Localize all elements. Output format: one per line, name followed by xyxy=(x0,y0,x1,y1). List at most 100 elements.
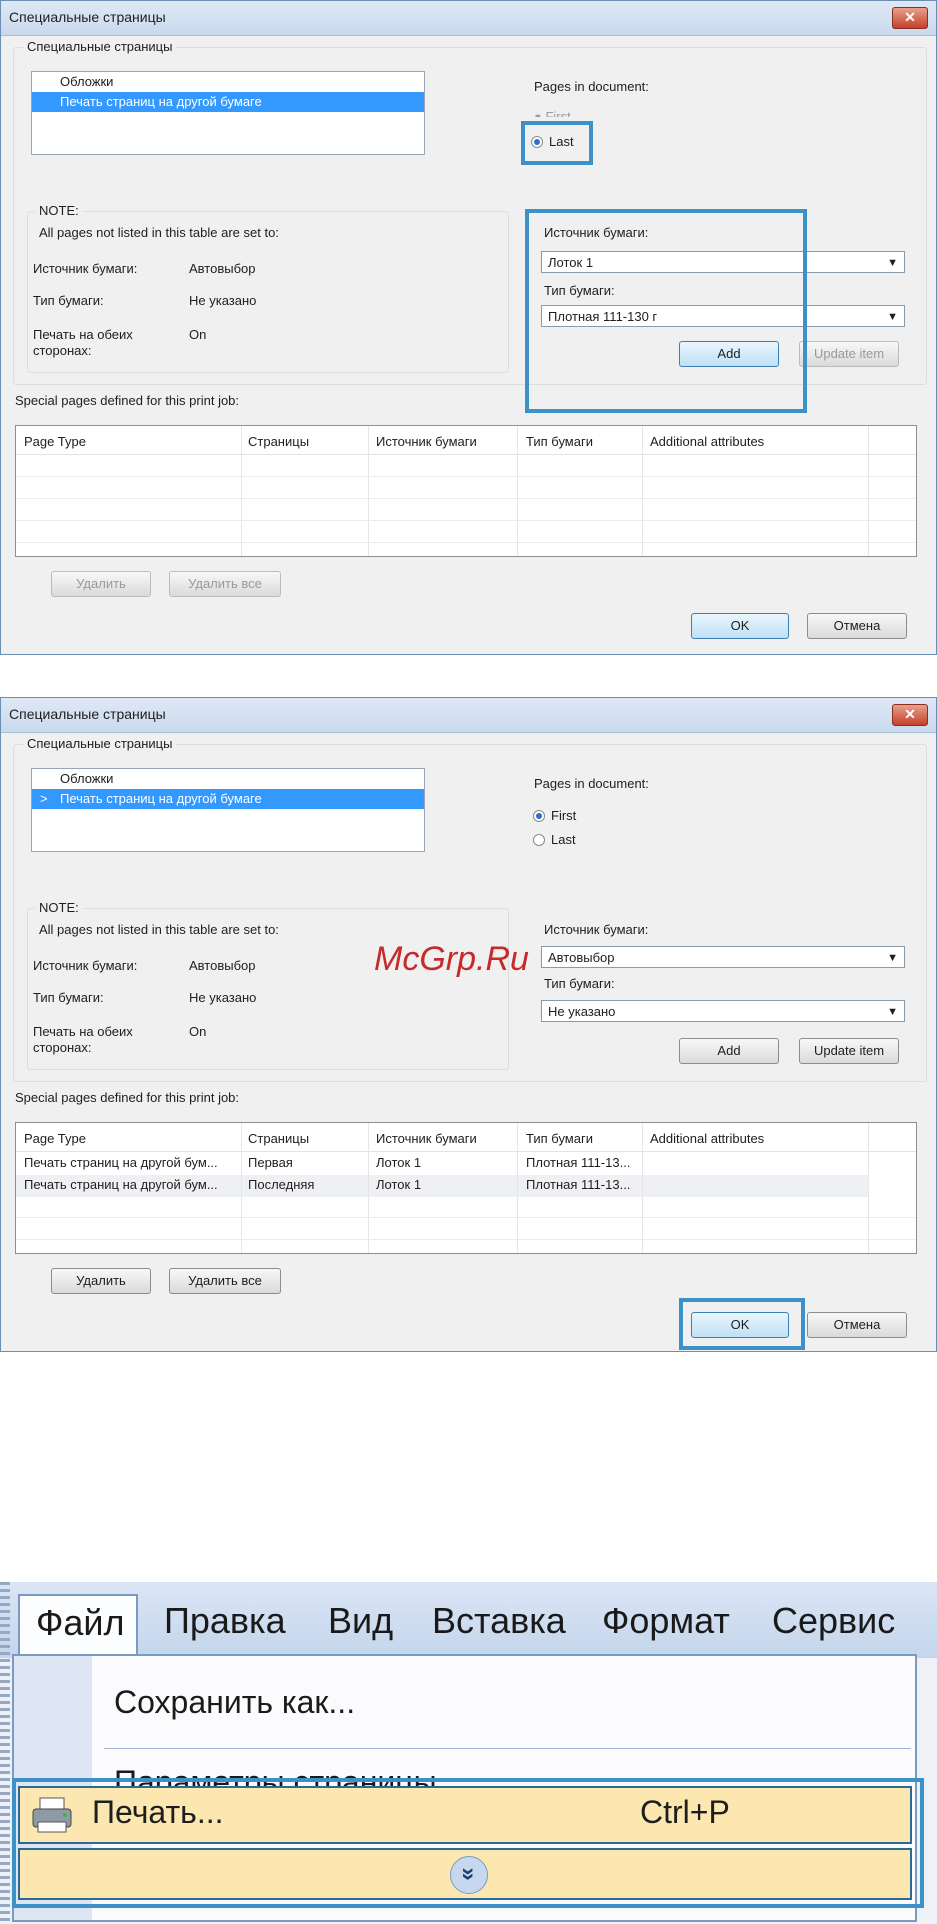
radio-dot-icon xyxy=(533,834,545,846)
table-cell: Плотная 111-13... xyxy=(526,1177,631,1192)
chevron-down-icon: ▼ xyxy=(887,257,898,269)
menu-item-save-as[interactable]: Сохранить как... xyxy=(114,1684,355,1721)
close-icon[interactable]: ✕ xyxy=(892,7,928,29)
type-label: Тип бумаги: xyxy=(33,990,104,1005)
paper-type-value: Не указано xyxy=(548,1004,616,1019)
column-divider xyxy=(241,426,242,556)
right-type-label: Тип бумаги: xyxy=(544,976,615,991)
note-text: All pages not listed in this table are s… xyxy=(39,225,279,240)
menu-tools[interactable]: Сервис xyxy=(772,1600,895,1642)
menu-view[interactable]: Вид xyxy=(328,1600,393,1642)
radio-first[interactable]: First xyxy=(533,808,576,823)
group-title: Специальные страницы xyxy=(23,39,177,54)
type-value: Не указано xyxy=(189,293,257,308)
radio-last[interactable]: Last xyxy=(533,832,576,847)
paper-type-select[interactable]: Не указано ▼ xyxy=(541,1000,905,1022)
cancel-button[interactable]: Отмена xyxy=(807,613,907,639)
paper-source-select[interactable]: Автовыбор ▼ xyxy=(541,946,905,968)
special-pages-label: Special pages defined for this print job… xyxy=(15,393,240,408)
table-cell: Первая xyxy=(248,1155,293,1170)
toolbar-gripper xyxy=(0,1582,10,1924)
column-header[interactable]: Источник бумаги xyxy=(376,1131,477,1146)
title-bar: Специальные страницы ✕ xyxy=(1,698,936,733)
cancel-button[interactable]: Отмена xyxy=(807,1312,907,1338)
list-item-selected[interactable]: > Печать страниц на другой бумаге xyxy=(32,789,424,809)
row-divider xyxy=(16,476,916,477)
column-divider xyxy=(868,426,869,556)
column-header[interactable]: Additional attributes xyxy=(650,1131,764,1146)
menu-bar: Файл Правка Вид Вставка Формат Сервис xyxy=(0,1582,937,1658)
special-pages-list[interactable]: Обложки > Печать страниц на другой бумаг… xyxy=(31,768,425,852)
column-divider xyxy=(368,426,369,556)
column-divider xyxy=(517,426,518,556)
table-cell: Последняя xyxy=(248,1177,315,1192)
column-divider xyxy=(642,426,643,556)
duplex-label: Печать на обеих xyxy=(33,327,133,342)
row-divider xyxy=(16,1217,916,1218)
watermark: McGrp.Ru xyxy=(374,940,529,978)
note-title: NOTE: xyxy=(35,203,83,218)
column-divider xyxy=(517,1123,518,1253)
menu-separator xyxy=(104,1748,911,1749)
chevron-down-icon: ▼ xyxy=(887,311,898,323)
row-divider xyxy=(16,1239,916,1240)
update-item-button[interactable]: Update item xyxy=(799,341,899,367)
delete-button[interactable]: Удалить xyxy=(51,571,151,597)
menu-format[interactable]: Формат xyxy=(602,1600,730,1642)
duplex-value: On xyxy=(189,327,207,342)
dialog-title: Специальные страницы xyxy=(9,9,166,25)
pages-in-document-label: Pages in document: xyxy=(534,776,649,791)
special-pages-dialog-1: Специальные страницы ✕ Специальные стран… xyxy=(0,0,937,655)
note-text: All pages not listed in this table are s… xyxy=(39,922,279,937)
radio-last-label: Last xyxy=(551,832,576,847)
column-header[interactable]: Страницы xyxy=(248,434,309,449)
special-pages-label: Special pages defined for this print job… xyxy=(15,1090,240,1105)
add-button[interactable]: Add xyxy=(679,1038,779,1064)
highlight-ok-button xyxy=(679,1298,805,1350)
row-divider xyxy=(16,542,916,543)
list-item[interactable]: Обложки xyxy=(32,769,424,789)
list-item-selected[interactable]: Печать страниц на другой бумаге xyxy=(32,92,424,112)
column-header[interactable]: Page Type xyxy=(24,434,86,449)
column-header[interactable]: Страницы xyxy=(248,1131,309,1146)
menu-file[interactable]: Файл xyxy=(18,1594,138,1654)
chevron-down-icon: ▼ xyxy=(887,1006,898,1018)
delete-all-button[interactable]: Удалить все xyxy=(169,1268,281,1294)
paper-source-value: Автовыбор xyxy=(548,950,615,965)
highlight-print-item xyxy=(12,1778,924,1908)
type-value: Не указано xyxy=(189,990,257,1005)
column-divider xyxy=(368,1123,369,1253)
column-divider xyxy=(642,1123,643,1253)
column-header[interactable]: Тип бумаги xyxy=(526,1131,593,1146)
source-value: Автовыбор xyxy=(189,261,256,276)
delete-button[interactable]: Удалить xyxy=(51,1268,151,1294)
list-item[interactable]: Обложки xyxy=(32,72,424,92)
delete-all-button[interactable]: Удалить все xyxy=(169,571,281,597)
row-divider xyxy=(16,520,916,521)
radio-first-label: First xyxy=(551,808,577,823)
duplex-label: Печать на обеих xyxy=(33,1024,133,1039)
list-item-label: Печать страниц на другой бумаге xyxy=(60,791,262,806)
special-pages-dialog-2: Специальные страницы ✕ Специальные стран… xyxy=(0,697,937,1352)
close-icon[interactable]: ✕ xyxy=(892,704,928,726)
dialog-title: Специальные страницы xyxy=(9,706,166,722)
special-pages-table[interactable]: Page Type Страницы Источник бумаги Тип б… xyxy=(15,1122,917,1254)
table-cell: Печать страниц на другой бум... xyxy=(24,1177,218,1192)
menu-edit[interactable]: Правка xyxy=(164,1600,286,1642)
highlight-paper-settings xyxy=(525,209,807,413)
menu-insert[interactable]: Вставка xyxy=(432,1600,566,1642)
expand-marker-icon: > xyxy=(40,791,48,806)
column-header[interactable]: Page Type xyxy=(24,1131,86,1146)
ok-button[interactable]: OK xyxy=(691,613,789,639)
column-header[interactable]: Источник бумаги xyxy=(376,434,477,449)
title-bar: Специальные страницы ✕ xyxy=(1,1,936,36)
table-cell: Плотная 111-13... xyxy=(526,1155,631,1170)
table-cell: Лоток 1 xyxy=(376,1155,422,1170)
special-pages-list[interactable]: Обложки Печать страниц на другой бумаге xyxy=(31,71,425,155)
right-source-label: Источник бумаги: xyxy=(544,922,649,937)
column-header[interactable]: Additional attributes xyxy=(650,434,764,449)
group-title: Специальные страницы xyxy=(23,736,177,751)
special-pages-table[interactable]: Page Type Страницы Источник бумаги Тип б… xyxy=(15,425,917,557)
column-header[interactable]: Тип бумаги xyxy=(526,434,593,449)
update-item-button[interactable]: Update item xyxy=(799,1038,899,1064)
